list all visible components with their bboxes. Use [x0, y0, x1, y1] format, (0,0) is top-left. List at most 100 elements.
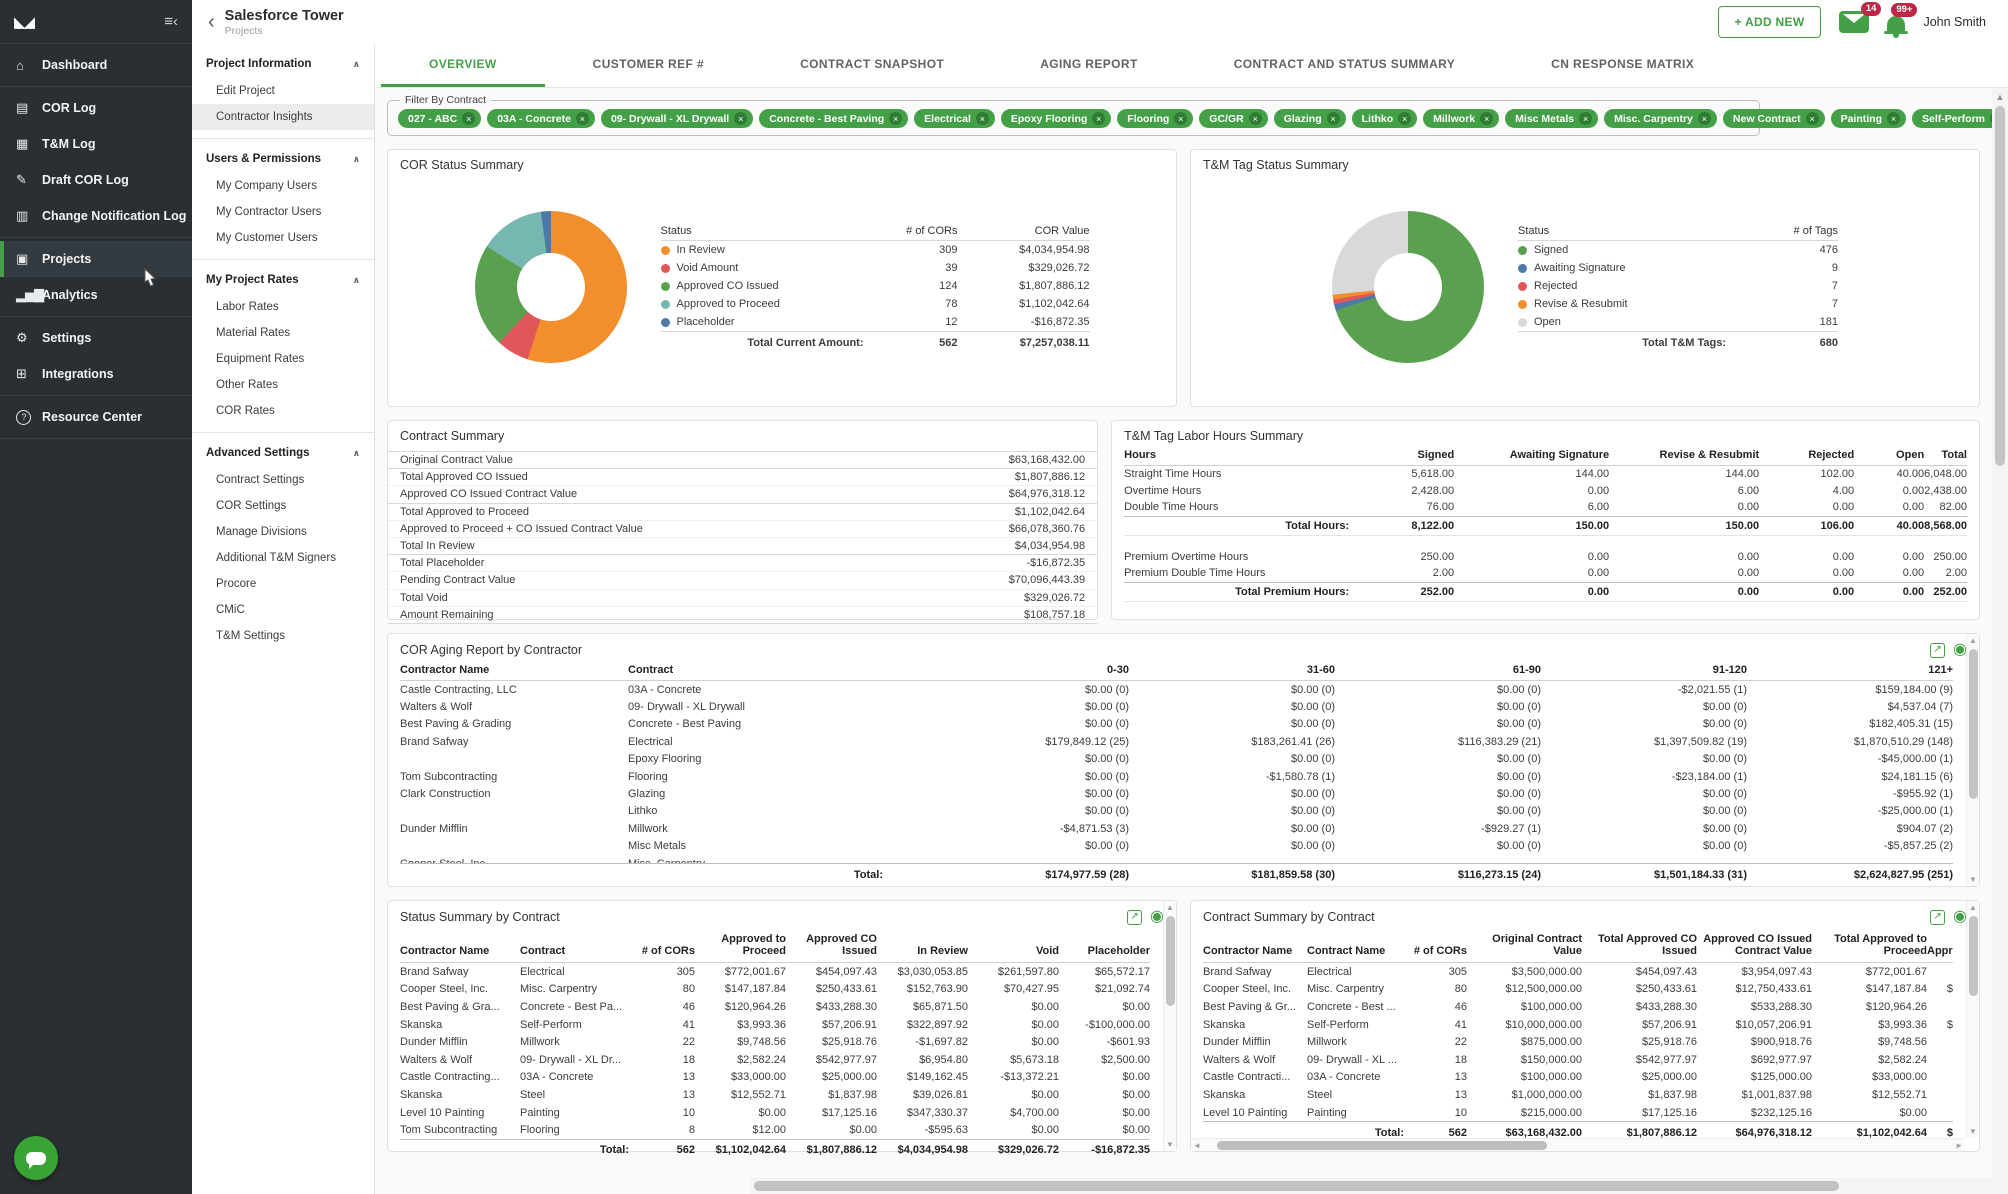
- sidebar-sub-item[interactable]: Edit Project: [192, 78, 374, 104]
- export-icon[interactable]: ↗: [1127, 910, 1142, 925]
- sidebar-item[interactable]: ✎Draft COR Log: [0, 162, 192, 198]
- tab-overview[interactable]: OVERVIEW: [381, 44, 545, 87]
- scrollbar-thumb[interactable]: [1166, 916, 1175, 1006]
- sidebar-sub-item[interactable]: Contract Settings: [192, 467, 374, 493]
- chip-close-icon[interactable]: ×: [462, 112, 475, 125]
- sidebar-collapse-icon[interactable]: ≡‹: [164, 13, 178, 30]
- chip-close-icon[interactable]: ×: [1249, 112, 1262, 125]
- scroll-right-icon[interactable]: ►: [1953, 1141, 1965, 1150]
- sidebar-sub-item[interactable]: Material Rates: [192, 320, 374, 346]
- sidebar-sub-item[interactable]: Manage Divisions: [192, 519, 374, 545]
- scroll-up-icon[interactable]: ▲: [1969, 634, 1977, 647]
- scroll-down-icon[interactable]: ▼: [1969, 1125, 1977, 1138]
- sidebar-sub-item[interactable]: Procore: [192, 571, 374, 597]
- scrollbar-thumb[interactable]: [1969, 649, 1978, 799]
- sidebar-sub-item[interactable]: Contractor Insights: [192, 104, 374, 130]
- scroll-up-icon[interactable]: ▲: [1166, 901, 1174, 914]
- filter-chip[interactable]: 03A - Concrete×: [487, 109, 595, 128]
- scroll-left-icon[interactable]: ◄: [1191, 1141, 1203, 1150]
- scrollbar-thumb[interactable]: [1217, 1141, 1547, 1150]
- scroll-down-icon[interactable]: ▼: [1969, 873, 1977, 886]
- scrollbar-thumb[interactable]: [1995, 106, 2005, 466]
- sidebar-item[interactable]: ▤COR Log: [0, 90, 192, 126]
- chip-close-icon[interactable]: ×: [1398, 112, 1411, 125]
- add-new-button[interactable]: + ADD NEW: [1718, 6, 1822, 38]
- chip-close-icon[interactable]: ×: [576, 112, 589, 125]
- filter-chip[interactable]: Epoxy Flooring×: [1001, 109, 1111, 128]
- chip-close-icon[interactable]: ×: [1698, 112, 1711, 125]
- summary-label: Original Contract Value: [400, 454, 513, 466]
- sidebar-sub-item[interactable]: My Contractor Users: [192, 199, 374, 225]
- sidebar-item[interactable]: ▥Change Notification Log: [0, 198, 192, 234]
- chat-widget-button[interactable]: [14, 1136, 58, 1180]
- chip-close-icon[interactable]: ×: [1806, 112, 1819, 125]
- sidebar-sub-item[interactable]: My Customer Users: [192, 225, 374, 251]
- tab-customer-ref[interactable]: CUSTOMER REF #: [545, 44, 752, 87]
- filter-chip[interactable]: 027 - ABC×: [398, 109, 481, 128]
- scroll-up-icon[interactable]: ▲: [1969, 901, 1977, 914]
- scrollbar-thumb[interactable]: [1969, 916, 1978, 996]
- chip-close-icon[interactable]: ×: [1579, 112, 1592, 125]
- sidebar-sub-item[interactable]: My Company Users: [192, 173, 374, 199]
- visibility-icon[interactable]: ◉: [1953, 642, 1967, 658]
- back-icon[interactable]: ‹: [208, 11, 215, 34]
- filter-chip[interactable]: Self-Perform×: [1912, 109, 1992, 128]
- tab-cn-response-matrix[interactable]: CN RESPONSE MATRIX: [1503, 44, 1742, 87]
- scroll-down-icon[interactable]: ▼: [1166, 1138, 1174, 1151]
- filter-chip[interactable]: 09- Drywall - XL Drywall×: [601, 109, 753, 128]
- sidebar-item[interactable]: ?Resource Center: [0, 399, 192, 435]
- legend-count: 12: [866, 316, 958, 328]
- notifications-button[interactable]: 99+: [1887, 12, 1905, 32]
- filter-chip[interactable]: Millwork×: [1423, 109, 1499, 128]
- sidebar-sub-item[interactable]: T&M Settings: [192, 623, 374, 649]
- filter-chip[interactable]: Concrete - Best Paving×: [759, 109, 908, 128]
- sidebar-sub-item[interactable]: Labor Rates: [192, 294, 374, 320]
- export-icon[interactable]: ↗: [1930, 910, 1945, 925]
- user-menu[interactable]: John Smith: [1923, 15, 1986, 29]
- filter-chip[interactable]: Lithko×: [1352, 109, 1418, 128]
- sidebar-item[interactable]: ⊞Integrations: [0, 356, 192, 392]
- sidebar-sub-item[interactable]: COR Settings: [192, 493, 374, 519]
- section-advanced-settings: Advanced Settings∧ Contract SettingsCOR …: [192, 433, 374, 657]
- sidebar-sub-item[interactable]: CMiC: [192, 597, 374, 623]
- chevron-up-icon[interactable]: ∧: [353, 275, 360, 286]
- visibility-icon[interactable]: ◉: [1150, 909, 1164, 925]
- filter-chip[interactable]: Electrical×: [914, 109, 995, 128]
- filter-chip[interactable]: Flooring×: [1117, 109, 1193, 128]
- filter-chip[interactable]: Painting×: [1831, 109, 1906, 128]
- sidebar-sub-item[interactable]: COR Rates: [192, 398, 374, 424]
- sidebar-sub-item[interactable]: Other Rates: [192, 372, 374, 398]
- chevron-up-icon[interactable]: ∧: [353, 154, 360, 165]
- sidebar-item[interactable]: ▂▅▇Analytics: [0, 277, 192, 313]
- chip-close-icon[interactable]: ×: [1480, 112, 1493, 125]
- chip-close-icon[interactable]: ×: [889, 112, 902, 125]
- sidebar-item[interactable]: ⌂Dashboard: [0, 47, 192, 83]
- chevron-up-icon[interactable]: ∧: [353, 448, 360, 459]
- filter-chip[interactable]: New Contract×: [1723, 109, 1825, 128]
- chip-close-icon[interactable]: ×: [1887, 112, 1900, 125]
- filter-chip[interactable]: Glazing×: [1274, 109, 1346, 128]
- visibility-icon[interactable]: ◉: [1953, 909, 1967, 925]
- chip-close-icon[interactable]: ×: [1174, 112, 1187, 125]
- sidebar-item[interactable]: ▣Projects: [0, 241, 192, 277]
- tab-aging-report[interactable]: AGING REPORT: [992, 44, 1185, 87]
- filter-chip[interactable]: GC/GR×: [1199, 109, 1267, 128]
- sidebar-item[interactable]: ⚙Settings: [0, 320, 192, 356]
- scroll-up-icon[interactable]: ▲: [1996, 88, 2005, 106]
- filter-chip[interactable]: Misc. Carpentry×: [1604, 109, 1717, 128]
- sidebar-sub-item[interactable]: Additional T&M Signers: [192, 545, 374, 571]
- tab-contract-snapshot[interactable]: CONTRACT SNAPSHOT: [752, 44, 992, 87]
- chip-close-icon[interactable]: ×: [1092, 112, 1105, 125]
- filter-by-contract: Filter By Contract 027 - ABC×03A - Concr…: [387, 100, 1760, 136]
- chevron-up-icon[interactable]: ∧: [353, 59, 360, 70]
- sidebar-sub-item[interactable]: Equipment Rates: [192, 346, 374, 372]
- filter-chip[interactable]: Misc Metals×: [1505, 109, 1598, 128]
- chip-close-icon[interactable]: ×: [1327, 112, 1340, 125]
- tab-contract-status-summary[interactable]: CONTRACT AND STATUS SUMMARY: [1186, 44, 1503, 87]
- export-icon[interactable]: ↗: [1930, 643, 1945, 658]
- messages-button[interactable]: 14: [1839, 11, 1869, 33]
- scrollbar-thumb[interactable]: [754, 1181, 1839, 1191]
- chip-close-icon[interactable]: ×: [976, 112, 989, 125]
- chip-close-icon[interactable]: ×: [734, 112, 747, 125]
- sidebar-item[interactable]: ▦T&M Log: [0, 126, 192, 162]
